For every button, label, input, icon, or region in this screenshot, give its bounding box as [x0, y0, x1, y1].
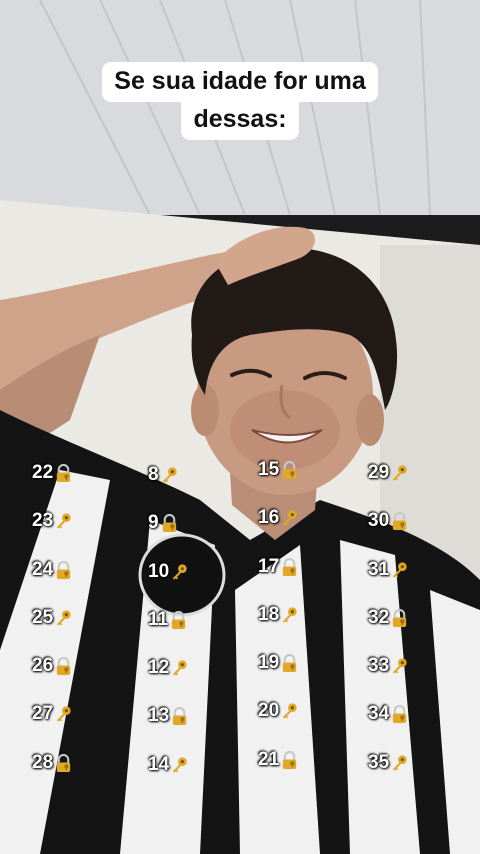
key-icon: [170, 563, 189, 582]
video-frame: Se sua idade for uma dessas: 22 23 24 25 26 2…: [0, 0, 480, 854]
age-item: 10: [148, 561, 189, 583]
age-item: 26: [32, 655, 73, 677]
key-icon: [54, 609, 73, 628]
age-number: 17: [258, 556, 280, 577]
age-item: 32: [368, 607, 409, 629]
age-item: 22: [32, 462, 73, 484]
age-number: 14: [148, 754, 170, 775]
key-icon: [54, 705, 73, 724]
age-item: 23: [32, 510, 73, 532]
key-icon: [170, 756, 189, 775]
age-number: 11: [148, 609, 169, 630]
age-number: 35: [368, 752, 390, 773]
age-number: 27: [32, 703, 54, 724]
locked-with-key-icon: [54, 656, 73, 676]
age-number: 22: [32, 462, 54, 483]
age-number: 31: [368, 559, 390, 580]
key-icon: [390, 657, 409, 676]
age-item: 25: [32, 607, 73, 629]
locked-with-key-icon: [390, 608, 409, 628]
age-number: 29: [368, 462, 390, 483]
age-item: 35: [368, 752, 409, 774]
age-number: 24: [32, 559, 54, 580]
key-icon: [170, 659, 189, 678]
locked-with-key-icon: [280, 557, 299, 577]
locked-with-key-icon: [390, 511, 409, 531]
age-item: 33: [368, 655, 409, 677]
age-number: 18: [258, 604, 280, 625]
age-number: 30: [368, 510, 390, 531]
locked-with-key-icon: [390, 704, 409, 724]
age-grid: 22 23 24 25 26 27 28 8 9 10 11 12 13 14 15 16 17 18 19 20 21…: [0, 0, 480, 854]
age-number: 32: [368, 607, 390, 628]
key-icon: [280, 509, 299, 528]
key-icon: [390, 561, 409, 580]
age-number: 9: [148, 512, 159, 533]
age-number: 13: [148, 705, 170, 726]
age-item: 34: [368, 703, 409, 725]
age-item: 13: [148, 705, 189, 727]
age-item: 29: [368, 462, 409, 484]
age-item: 8: [148, 464, 179, 486]
age-item: 24: [32, 559, 73, 581]
age-item: 14: [148, 754, 189, 776]
age-number: 12: [148, 657, 170, 678]
age-number: 10: [148, 561, 170, 582]
age-number: 16: [258, 507, 280, 528]
age-item: 15: [258, 459, 299, 481]
locked-with-key-icon: [280, 460, 299, 480]
key-icon: [280, 702, 299, 721]
age-number: 15: [258, 459, 280, 480]
age-number: 33: [368, 655, 390, 676]
age-item: 12: [148, 657, 189, 679]
age-number: 34: [368, 703, 390, 724]
age-item: 19: [258, 652, 299, 674]
age-number: 8: [148, 464, 159, 485]
locked-with-key-icon: [54, 560, 73, 580]
key-icon: [390, 464, 409, 483]
age-item: 11: [148, 609, 188, 631]
age-number: 19: [258, 652, 280, 673]
locked-with-key-icon: [170, 706, 189, 726]
key-icon: [54, 512, 73, 531]
age-number: 21: [258, 749, 280, 770]
locked-with-key-icon: [280, 653, 299, 673]
age-number: 28: [32, 752, 54, 773]
age-item: 30: [368, 510, 409, 532]
age-number: 26: [32, 655, 54, 676]
age-number: 20: [258, 700, 280, 721]
key-icon: [160, 466, 179, 485]
locked-with-key-icon: [169, 610, 188, 630]
locked-with-key-icon: [54, 753, 73, 773]
age-item: 28: [32, 752, 73, 774]
locked-with-key-icon: [280, 750, 299, 770]
age-number: 23: [32, 510, 54, 531]
key-icon: [390, 754, 409, 773]
age-item: 9: [148, 512, 179, 534]
key-icon: [280, 606, 299, 625]
age-number: 25: [32, 607, 54, 628]
age-item: 27: [32, 703, 73, 725]
age-item: 31: [368, 559, 409, 581]
age-item: 20: [258, 700, 299, 722]
locked-with-key-icon: [160, 513, 179, 533]
age-item: 17: [258, 556, 299, 578]
age-item: 16: [258, 507, 299, 529]
age-item: 18: [258, 604, 299, 626]
locked-with-key-icon: [54, 463, 73, 483]
age-item: 21: [258, 749, 299, 771]
